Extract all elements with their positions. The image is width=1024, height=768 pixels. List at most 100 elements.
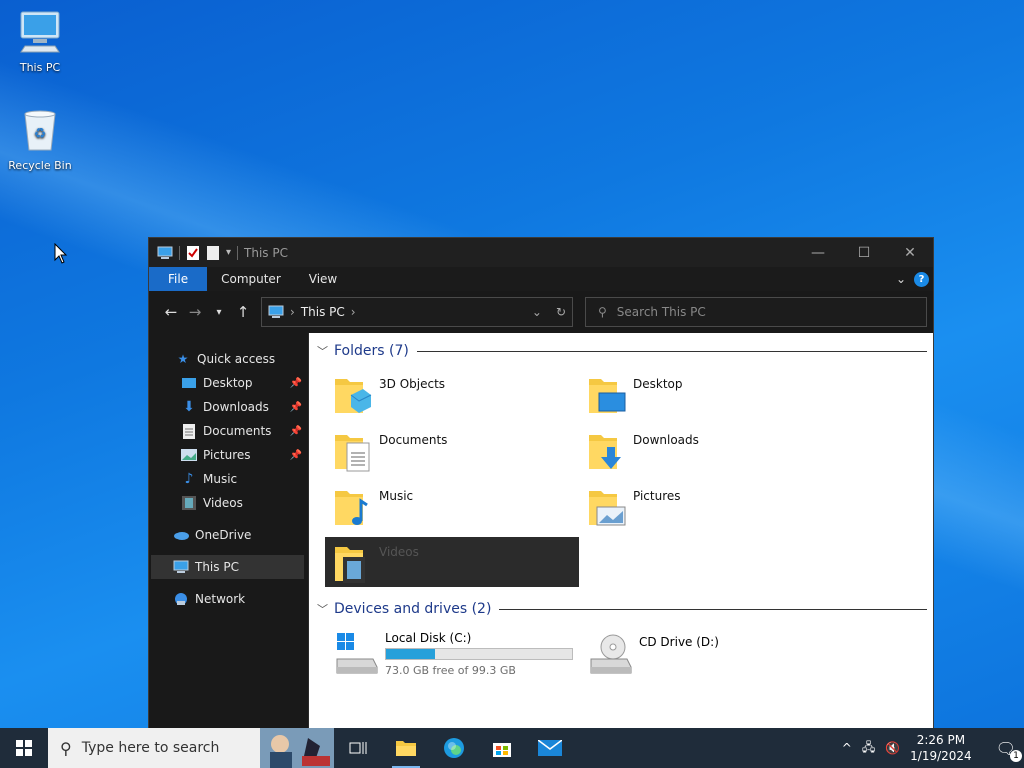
clock-time: 2:26 PM bbox=[916, 733, 966, 747]
refresh-icon[interactable]: ↻ bbox=[556, 305, 566, 319]
content-pane: ﹀ Folders (7) 3D Objects Desktop Documen… bbox=[309, 333, 933, 728]
mouse-pointer-icon bbox=[54, 243, 68, 264]
separator bbox=[179, 245, 180, 260]
search-box[interactable]: ⚲ Search This PC bbox=[585, 297, 927, 327]
nav-item-pictures[interactable]: Pictures 📌 bbox=[149, 443, 308, 467]
tab-computer[interactable]: Computer bbox=[207, 267, 295, 291]
back-button[interactable]: ← bbox=[159, 303, 183, 321]
document-icon bbox=[181, 423, 197, 439]
nav-item-desktop[interactable]: Desktop 📌 bbox=[149, 371, 308, 395]
drive-usage-fill bbox=[386, 649, 436, 659]
pictures-folder-icon bbox=[589, 491, 626, 526]
folders-group-header[interactable]: ﹀ Folders (7) bbox=[315, 339, 927, 363]
nav-network[interactable]: Network bbox=[149, 587, 308, 611]
folder-desktop[interactable]: Desktop bbox=[579, 369, 833, 419]
taskbar-search-box[interactable]: ⚲ Type here to search bbox=[48, 728, 334, 768]
folder-3d-objects[interactable]: 3D Objects bbox=[325, 369, 579, 419]
drive-free-space: 73.0 GB free of 99.3 GB bbox=[385, 664, 516, 677]
collapse-chevron-icon[interactable]: ﹀ bbox=[317, 601, 328, 617]
folder-videos[interactable]: Videos bbox=[325, 537, 579, 587]
pin-icon[interactable]: 📌 bbox=[290, 402, 302, 413]
music-note-icon: ♪ bbox=[184, 471, 194, 487]
show-hidden-icons-chevron-icon[interactable]: ^ bbox=[842, 741, 852, 755]
videos-folder-icon bbox=[335, 547, 365, 583]
drives-grid: Local Disk (C:) 73.0 GB free of 99.3 GB … bbox=[315, 627, 927, 683]
nav-item-documents[interactable]: Documents 📌 bbox=[149, 419, 308, 443]
computer-icon bbox=[20, 11, 60, 53]
pin-icon[interactable]: 📌 bbox=[290, 426, 302, 437]
window-title: This PC bbox=[244, 245, 288, 260]
taskbar-search-placeholder: Type here to search bbox=[81, 740, 220, 756]
nav-item-videos[interactable]: Videos bbox=[149, 491, 308, 515]
file-explorer-window: ▾ This PC — ☐ ✕ File Computer View ⌄ ? ←… bbox=[148, 237, 934, 728]
help-button[interactable]: ? bbox=[914, 271, 929, 287]
pin-icon[interactable]: 📌 bbox=[290, 378, 302, 389]
folder-label: 3D Objects bbox=[379, 377, 446, 391]
nav-onedrive[interactable]: OneDrive bbox=[149, 523, 308, 547]
desktop-icon-recycle-bin[interactable]: ♻ Recycle Bin bbox=[0, 108, 80, 172]
breadcrumb-separator-icon[interactable]: › bbox=[351, 305, 356, 319]
search-placeholder: Search This PC bbox=[616, 305, 706, 319]
desktop-icon-this-pc[interactable]: This PC bbox=[0, 10, 80, 74]
task-view-button[interactable] bbox=[334, 728, 382, 768]
film-icon bbox=[181, 495, 197, 511]
tab-file[interactable]: File bbox=[149, 267, 208, 291]
address-dropdown-icon[interactable]: ⌄ bbox=[532, 305, 542, 319]
drive-d[interactable]: CD Drive (D:) bbox=[579, 627, 833, 683]
3d-objects-folder-icon bbox=[335, 379, 372, 413]
notification-center-icon[interactable]: 🗨 1 bbox=[996, 739, 1022, 762]
folder-label: Downloads bbox=[633, 433, 699, 447]
store-icon bbox=[493, 743, 511, 757]
desktop-icon-label: Recycle Bin bbox=[8, 159, 72, 172]
volume-muted-icon[interactable]: 🔇 bbox=[885, 741, 900, 755]
task-view-icon bbox=[349, 742, 367, 754]
minimize-button[interactable]: — bbox=[795, 238, 841, 267]
drive-name: Local Disk (C:) bbox=[385, 631, 472, 645]
store-taskbar-button[interactable] bbox=[478, 728, 526, 768]
folder-music[interactable]: Music bbox=[325, 481, 579, 531]
forward-button[interactable]: → bbox=[183, 303, 207, 321]
nav-item-music[interactable]: ♪ Music bbox=[149, 467, 308, 491]
recent-locations-button[interactable]: ▾ bbox=[207, 307, 231, 318]
tab-view[interactable]: View bbox=[295, 267, 351, 291]
downloads-folder-icon bbox=[589, 435, 621, 469]
mail-taskbar-button[interactable] bbox=[526, 728, 574, 768]
title-bar[interactable]: ▾ This PC — ☐ ✕ bbox=[149, 238, 933, 267]
folder-label: Desktop bbox=[633, 377, 683, 391]
folder-documents[interactable]: Documents bbox=[325, 425, 579, 475]
pin-icon[interactable]: 📌 bbox=[290, 450, 302, 461]
nav-label: This PC bbox=[195, 560, 239, 574]
devices-group-header[interactable]: ﹀ Devices and drives (2) bbox=[315, 597, 927, 621]
nav-label: Desktop bbox=[203, 376, 253, 390]
start-button[interactable] bbox=[0, 728, 48, 768]
file-explorer-taskbar-button[interactable] bbox=[382, 728, 430, 768]
maximize-button[interactable]: ☐ bbox=[841, 238, 887, 267]
search-highlight-illustration-icon bbox=[260, 728, 334, 768]
nav-label: Quick access bbox=[197, 352, 276, 366]
folder-label: Documents bbox=[379, 433, 448, 447]
folder-pictures[interactable]: Pictures bbox=[579, 481, 833, 531]
nav-item-downloads[interactable]: ⬇ Downloads 📌 bbox=[149, 395, 308, 419]
nav-label: Pictures bbox=[203, 448, 251, 462]
address-bar[interactable]: › This PC › ⌄ ↻ bbox=[261, 297, 573, 327]
properties-icon[interactable] bbox=[186, 245, 200, 261]
customize-toolbar-chevron-icon[interactable]: ▾ bbox=[226, 247, 231, 258]
collapse-chevron-icon[interactable]: ﹀ bbox=[317, 343, 328, 359]
nav-this-pc[interactable]: This PC bbox=[151, 555, 304, 579]
up-button[interactable]: ↑ bbox=[231, 303, 255, 321]
nav-label: Videos bbox=[203, 496, 243, 510]
nav-label: Downloads bbox=[203, 400, 269, 414]
close-button[interactable]: ✕ bbox=[887, 238, 933, 267]
edge-taskbar-button[interactable] bbox=[430, 728, 478, 768]
this-pc-icon bbox=[268, 305, 284, 318]
nav-quick-access[interactable]: ★ Quick access bbox=[149, 347, 308, 371]
expand-ribbon-chevron-icon[interactable]: ⌄ bbox=[896, 272, 906, 286]
folder-icon bbox=[396, 741, 416, 756]
clock[interactable]: 2:26 PM 1/19/2024 bbox=[910, 732, 972, 764]
drive-c[interactable]: Local Disk (C:) 73.0 GB free of 99.3 GB bbox=[325, 627, 579, 683]
breadcrumb-this-pc[interactable]: This PC bbox=[301, 305, 345, 319]
network-status-icon[interactable]: 🖧 bbox=[862, 738, 875, 759]
new-folder-icon[interactable] bbox=[206, 245, 220, 261]
separator bbox=[237, 245, 239, 260]
folder-downloads[interactable]: Downloads bbox=[579, 425, 833, 475]
